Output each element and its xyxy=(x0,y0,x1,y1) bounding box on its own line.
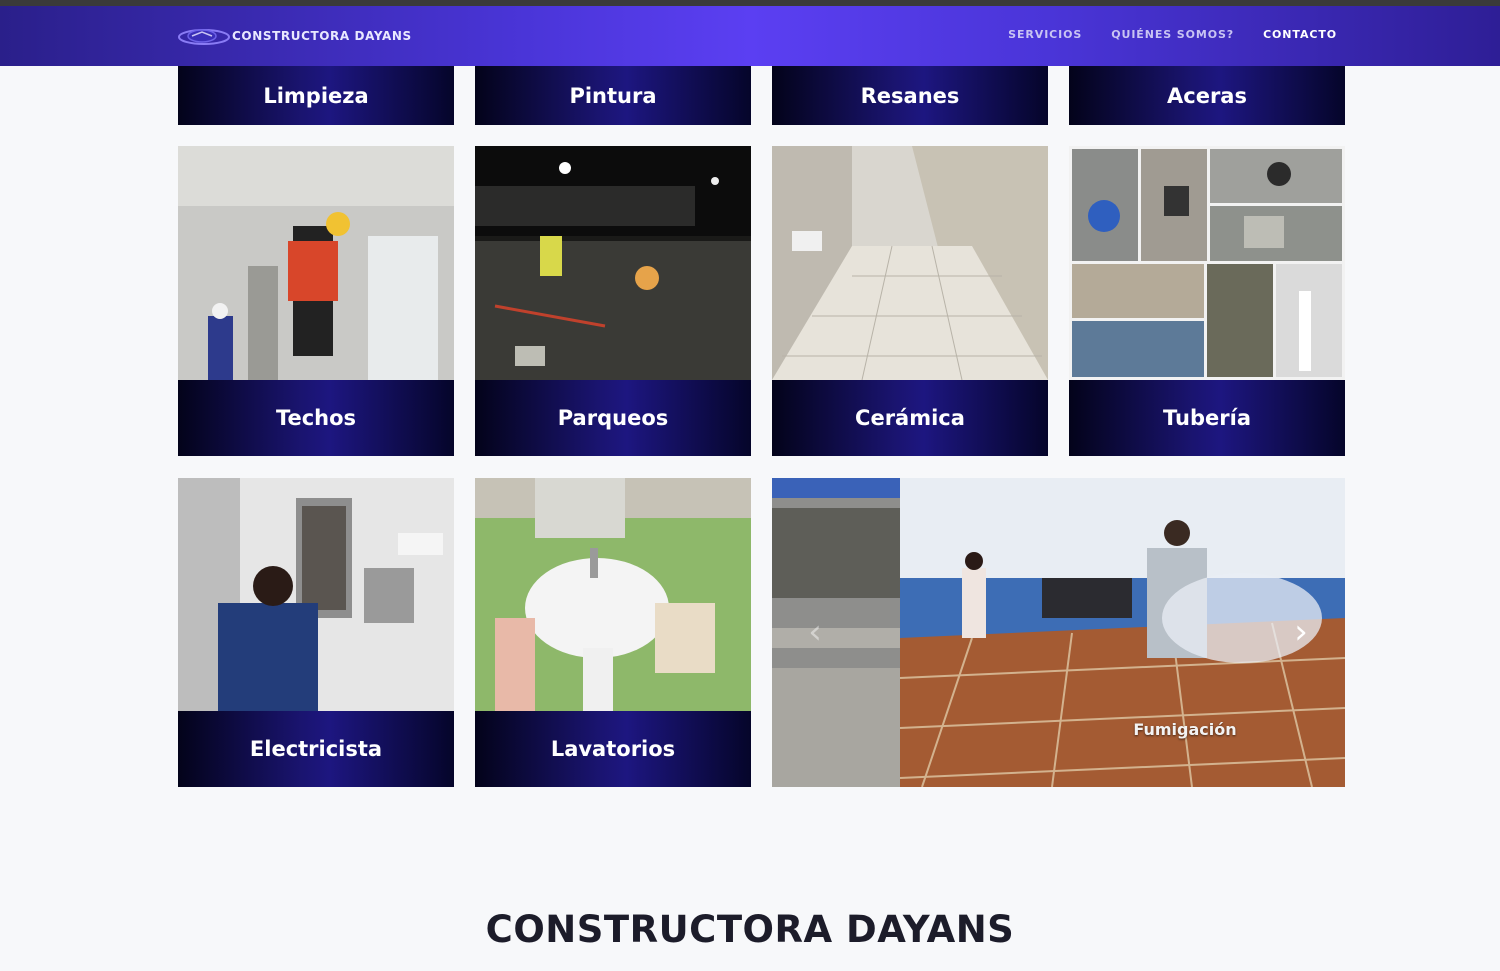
brand-name: CONSTRUCTORA DAYANS xyxy=(232,29,412,43)
service-card-ceramica[interactable]: Cerámica xyxy=(772,146,1048,456)
electricista-photo xyxy=(178,478,454,712)
service-card-electricista[interactable]: Electricista xyxy=(178,478,454,787)
tuberia-collage-photo xyxy=(1069,146,1345,380)
carousel-next-button[interactable]: › xyxy=(1286,612,1316,652)
service-card-tuberia[interactable]: Tubería xyxy=(1069,146,1345,456)
services-carousel[interactable] xyxy=(772,478,1345,787)
nav-link-contacto[interactable]: CONTACTO xyxy=(1263,28,1337,41)
carousel-prev-button[interactable]: ‹ xyxy=(800,612,830,652)
service-label: Parqueos xyxy=(475,380,751,456)
service-label: Tubería xyxy=(1069,380,1345,456)
service-label: Lavatorios xyxy=(475,711,751,787)
service-card-lavatorios[interactable]: Lavatorios xyxy=(475,478,751,787)
service-card-limpieza[interactable]: Limpieza xyxy=(178,66,454,125)
service-label: Cerámica xyxy=(772,380,1048,456)
parqueos-photo xyxy=(475,146,751,380)
brand-logo-icon xyxy=(178,29,230,45)
chevron-right-icon: › xyxy=(1294,612,1308,652)
chevron-left-icon: ‹ xyxy=(808,612,822,652)
service-card-pintura[interactable]: Pintura xyxy=(475,66,751,125)
brand[interactable]: CONSTRUCTORA DAYANS xyxy=(178,24,412,48)
nav-link-quienes-somos[interactable]: QUIÉNES SOMOS? xyxy=(1111,28,1234,41)
ceramica-photo xyxy=(772,146,1048,380)
main-nav: SERVICIOS QUIÉNES SOMOS? CONTACTO xyxy=(979,28,1337,41)
service-card-techos[interactable]: Techos xyxy=(178,146,454,456)
lavatorios-photo xyxy=(475,478,751,712)
navbar: CONSTRUCTORA DAYANS SERVICIOS QUIÉNES SO… xyxy=(0,6,1500,66)
service-label: Resanes xyxy=(772,66,1048,125)
techos-photo xyxy=(178,146,454,380)
service-card-resanes[interactable]: Resanes xyxy=(772,66,1048,125)
nav-link-servicios[interactable]: SERVICIOS xyxy=(1008,28,1082,41)
service-label: Limpieza xyxy=(178,66,454,125)
about-title: CONSTRUCTORA DAYANS xyxy=(485,908,1015,951)
carousel-caption: Fumigación xyxy=(1133,720,1237,739)
service-label: Electricista xyxy=(178,711,454,787)
service-label: Pintura xyxy=(475,66,751,125)
service-card-aceras[interactable]: Aceras xyxy=(1069,66,1345,125)
fumigacion-slide-photo xyxy=(772,478,1345,787)
service-label: Aceras xyxy=(1069,66,1345,125)
service-card-parqueos[interactable]: Parqueos xyxy=(475,146,751,456)
service-label: Techos xyxy=(178,380,454,456)
